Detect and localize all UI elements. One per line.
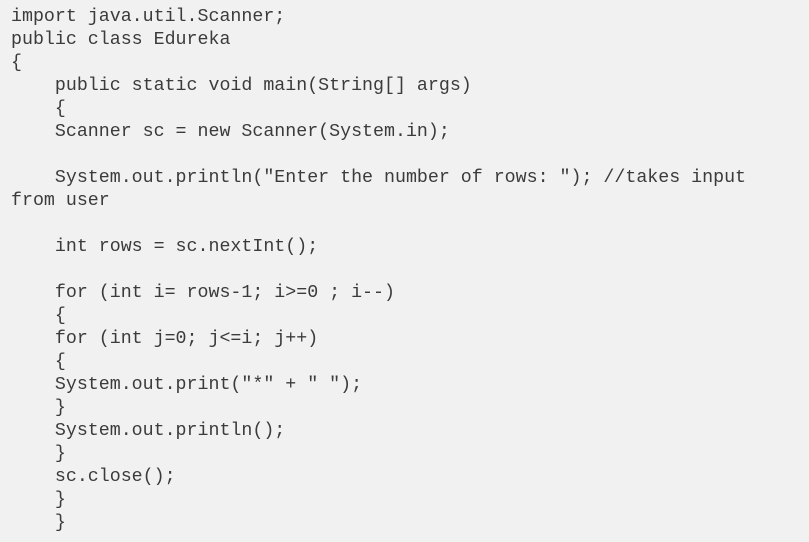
code-line-4: public static void main(String[] args): [11, 76, 472, 96]
code-line-8: System.out.println("Enter the number of …: [11, 168, 747, 188]
code-line-11: int rows = sc.nextInt();: [11, 237, 319, 257]
code-line-6: Scanner sc = new Scanner(System.in);: [11, 122, 450, 142]
code-line-14: {: [11, 306, 66, 326]
code-line-17: System.out.print("*" + " ");: [11, 375, 363, 395]
code-line-1: import java.util.Scanner;: [11, 7, 286, 27]
code-line-23: }: [11, 513, 66, 533]
code-line-13: for (int i= rows-1; i>=0 ; i--): [11, 283, 395, 303]
code-line-19: System.out.println();: [11, 421, 286, 441]
code-line-5: {: [11, 99, 66, 119]
code-line-18: }: [11, 398, 66, 418]
code-line-21: sc.close();: [11, 467, 176, 487]
code-line-16: {: [11, 352, 66, 372]
code-line-15: for (int j=0; j<=i; j++): [11, 329, 319, 349]
code-line-20: }: [11, 444, 66, 464]
code-line-22: }: [11, 490, 66, 510]
code-line-3: {: [11, 53, 22, 73]
code-block: import java.util.Scanner; public class E…: [0, 0, 809, 542]
code-line-2: public class Edureka: [11, 30, 231, 50]
code-line-9: from user: [11, 191, 110, 211]
